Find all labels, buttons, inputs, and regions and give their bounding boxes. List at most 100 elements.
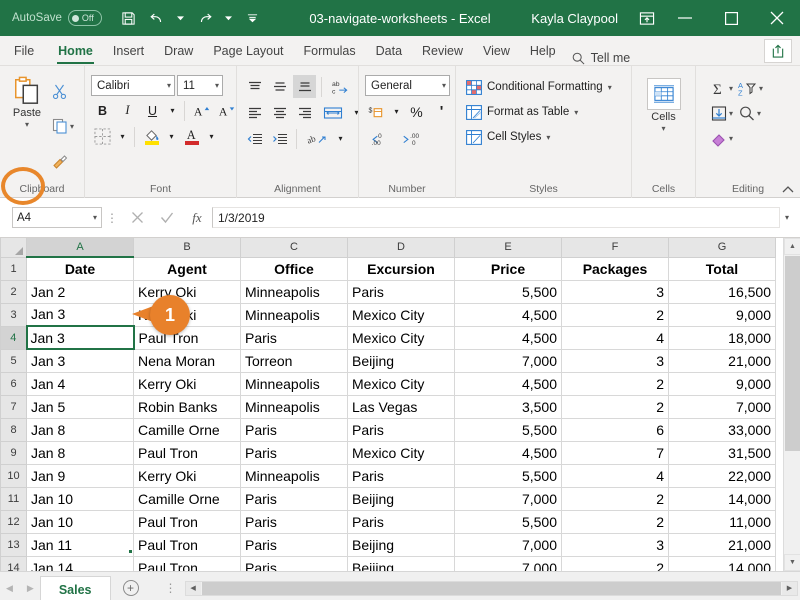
row-header-1[interactable]: 1 bbox=[1, 257, 27, 280]
undo-icon[interactable] bbox=[144, 5, 170, 31]
collapse-ribbon-icon[interactable] bbox=[782, 185, 794, 194]
cells-dropdown-icon[interactable]: ▾ bbox=[661, 124, 665, 133]
cell-e1[interactable]: Price bbox=[455, 257, 562, 280]
tab-file[interactable]: File bbox=[0, 36, 48, 65]
find-and-select-button[interactable]: ▾ bbox=[736, 101, 763, 125]
cell-g1[interactable]: Total bbox=[669, 257, 776, 280]
find-select-dropdown-icon[interactable]: ▾ bbox=[757, 109, 761, 118]
cell-g6[interactable]: 9,000 bbox=[669, 372, 776, 395]
column-header-g[interactable]: G bbox=[669, 238, 776, 257]
copy-button[interactable]: ▾ bbox=[50, 115, 76, 137]
font-name-combo[interactable]: Calibri ▾ bbox=[91, 75, 175, 96]
cell-a10[interactable]: Jan 9 bbox=[27, 464, 134, 487]
cell-e7[interactable]: 3,500 bbox=[455, 395, 562, 418]
cell-b7[interactable]: Robin Banks bbox=[134, 395, 241, 418]
cell-styles-button[interactable]: Cell Styles ▾ bbox=[462, 126, 616, 148]
align-bottom-icon[interactable] bbox=[293, 75, 316, 98]
autosave-toggle[interactable]: Off bbox=[68, 10, 102, 26]
cell-styles-dropdown-icon[interactable]: ▾ bbox=[546, 133, 550, 142]
cell-d9[interactable]: Mexico City bbox=[348, 441, 455, 464]
next-sheet-icon[interactable]: ▶ bbox=[27, 583, 34, 594]
format-painter-button[interactable] bbox=[50, 150, 76, 172]
percent-style-button[interactable]: % bbox=[405, 100, 428, 123]
cell-d1[interactable]: Excursion bbox=[348, 257, 455, 280]
vertical-scroll-thumb[interactable] bbox=[785, 256, 800, 451]
name-box[interactable]: A4 ▾ bbox=[12, 207, 102, 228]
row-header-4[interactable]: 4 bbox=[1, 326, 27, 349]
cell-e11[interactable]: 7,000 bbox=[455, 487, 562, 510]
orientation-dropdown-icon[interactable]: ▾ bbox=[334, 127, 347, 150]
select-all-corner[interactable] bbox=[1, 238, 27, 257]
maximize-button[interactable] bbox=[708, 0, 754, 36]
cell-f8[interactable]: 6 bbox=[562, 418, 669, 441]
cell-a11[interactable]: Jan 10 bbox=[27, 487, 134, 510]
clear-button[interactable]: ▾ bbox=[708, 126, 735, 150]
vertical-scrollbar[interactable]: ▲ ▼ bbox=[783, 238, 800, 571]
cells-button[interactable]: Cells ▾ bbox=[638, 72, 689, 181]
cell-d10[interactable]: Paris bbox=[348, 464, 455, 487]
cell-e14[interactable]: 7,000 bbox=[455, 556, 562, 571]
cell-g11[interactable]: 14,000 bbox=[669, 487, 776, 510]
cell-c2[interactable]: Minneapolis bbox=[241, 280, 348, 303]
cell-b11[interactable]: Camille Orne bbox=[134, 487, 241, 510]
cell-c14[interactable]: Paris bbox=[241, 556, 348, 571]
sort-and-filter-button[interactable]: AZ ▾ bbox=[736, 76, 765, 100]
cell-g2[interactable]: 16,500 bbox=[669, 280, 776, 303]
row-header-3[interactable]: 3 bbox=[1, 303, 27, 326]
font-color-dropdown-icon[interactable]: ▾ bbox=[205, 125, 218, 148]
increase-decimal-icon[interactable]: 0.00 bbox=[365, 127, 395, 150]
column-header-c[interactable]: C bbox=[241, 238, 348, 257]
cell-e9[interactable]: 4,500 bbox=[455, 441, 562, 464]
autosave-control[interactable]: AutoSave Off bbox=[12, 10, 102, 26]
format-as-table-button[interactable]: Format as Table ▾ bbox=[462, 101, 616, 123]
tab-home[interactable]: Home bbox=[48, 36, 103, 65]
cell-e2[interactable]: 5,500 bbox=[455, 280, 562, 303]
cell-c11[interactable]: Paris bbox=[241, 487, 348, 510]
previous-sheet-icon[interactable]: ◀ bbox=[6, 583, 13, 594]
grow-font-button[interactable]: A bbox=[190, 99, 213, 122]
cell-f6[interactable]: 2 bbox=[562, 372, 669, 395]
cell-f11[interactable]: 2 bbox=[562, 487, 669, 510]
cell-d5[interactable]: Beijing bbox=[348, 349, 455, 372]
minimize-button[interactable] bbox=[662, 0, 708, 36]
cell-b14[interactable]: Paul Tron bbox=[134, 556, 241, 571]
cell-b8[interactable]: Camille Orne bbox=[134, 418, 241, 441]
tab-data[interactable]: Data bbox=[366, 36, 412, 65]
cell-a12[interactable]: Jan 10 bbox=[27, 510, 134, 533]
copy-dropdown-icon[interactable]: ▾ bbox=[70, 122, 74, 131]
cell-b12[interactable]: Paul Tron bbox=[134, 510, 241, 533]
cell-g5[interactable]: 21,000 bbox=[669, 349, 776, 372]
cell-a9[interactable]: Jan 8 bbox=[27, 441, 134, 464]
cell-a6[interactable]: Jan 4 bbox=[27, 372, 134, 395]
cell-d11[interactable]: Beijing bbox=[348, 487, 455, 510]
align-right-icon[interactable] bbox=[293, 101, 316, 124]
cell-d2[interactable]: Paris bbox=[348, 280, 455, 303]
chevron-down-icon[interactable]: ▾ bbox=[93, 213, 97, 222]
horizontal-scrollbar[interactable]: ◀ ▶ bbox=[185, 581, 798, 596]
scroll-down-arrow-icon[interactable]: ▼ bbox=[784, 554, 800, 571]
row-header-8[interactable]: 8 bbox=[1, 418, 27, 441]
cell-f4[interactable]: 4 bbox=[562, 326, 669, 349]
redo-icon[interactable] bbox=[192, 5, 218, 31]
column-header-e[interactable]: E bbox=[455, 238, 562, 257]
cell-f14[interactable]: 2 bbox=[562, 556, 669, 571]
cell-a8[interactable]: Jan 8 bbox=[27, 418, 134, 441]
row-header-9[interactable]: 9 bbox=[1, 441, 27, 464]
row-header-13[interactable]: 13 bbox=[1, 533, 27, 556]
expand-formula-bar-icon[interactable]: ▾ bbox=[780, 213, 794, 222]
row-header-6[interactable]: 6 bbox=[1, 372, 27, 395]
enter-check-icon[interactable] bbox=[152, 207, 182, 229]
cell-c13[interactable]: Paris bbox=[241, 533, 348, 556]
cell-c12[interactable]: Paris bbox=[241, 510, 348, 533]
cell-g12[interactable]: 11,000 bbox=[669, 510, 776, 533]
scroll-split-handle[interactable]: ⋮ bbox=[157, 581, 185, 595]
merge-and-center-icon[interactable] bbox=[318, 101, 348, 124]
borders-button[interactable] bbox=[91, 125, 114, 148]
cell-g4[interactable]: 18,000 bbox=[669, 326, 776, 349]
paste-button[interactable]: Paste ▾ bbox=[6, 72, 48, 181]
cell-g14[interactable]: 14,000 bbox=[669, 556, 776, 571]
cell-c9[interactable]: Paris bbox=[241, 441, 348, 464]
cell-c5[interactable]: Torreon bbox=[241, 349, 348, 372]
formula-input[interactable]: 1/3/2019 bbox=[212, 207, 780, 228]
row-header-7[interactable]: 7 bbox=[1, 395, 27, 418]
